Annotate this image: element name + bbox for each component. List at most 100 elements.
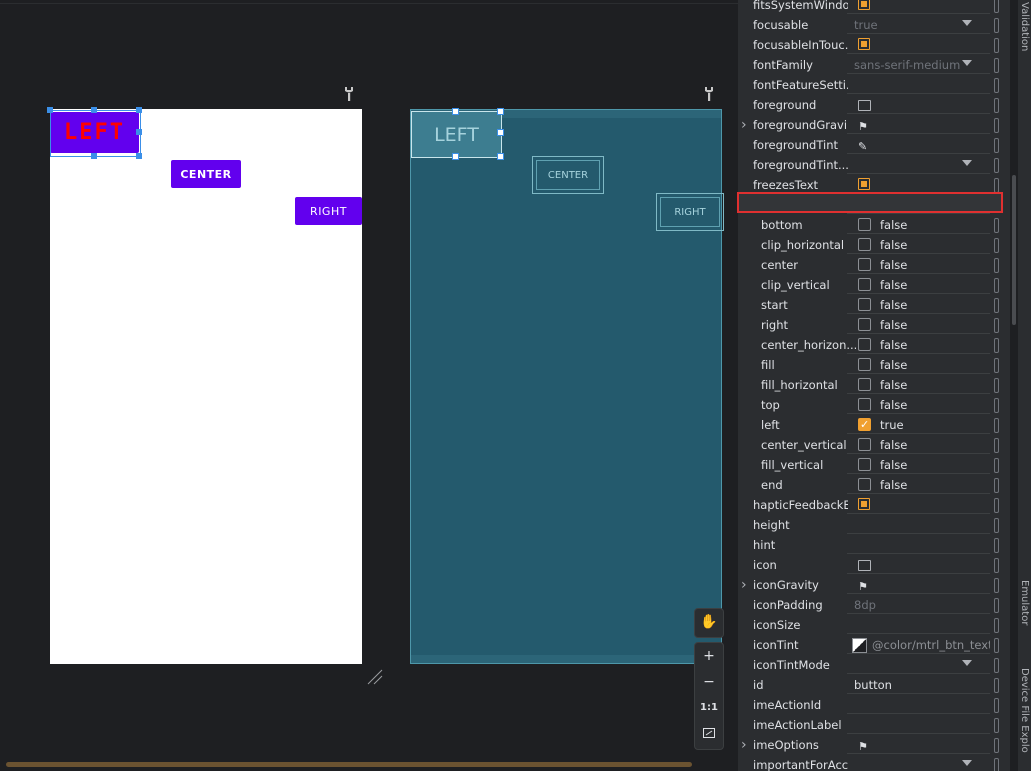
zoom-1-1-button[interactable]: 1:1 [695,695,723,721]
hand-icon[interactable]: ✋ [695,609,723,635]
resource-picker-icon[interactable] [994,118,999,133]
attribute-row[interactable]: height [738,515,1010,535]
resize-handle[interactable] [452,153,459,160]
attribute-row[interactable]: center_horizon... false [738,335,1010,355]
resize-handle[interactable] [497,153,504,160]
checkbox[interactable] [858,278,871,291]
chevron-right-icon[interactable]: › [741,115,747,135]
toggle-icon[interactable] [858,178,870,190]
checkbox[interactable] [858,458,871,471]
chevron-right-icon[interactable]: › [741,735,747,755]
checkbox[interactable] [858,338,871,351]
resource-picker-icon[interactable] [994,178,999,193]
resource-picker-icon[interactable] [994,758,999,771]
resource-picker-icon[interactable] [994,438,999,453]
attribute-row[interactable]: right false [738,315,1010,335]
attribute-value[interactable] [850,535,990,555]
attribute-row[interactable]: start false [738,295,1010,315]
checkbox[interactable] [858,478,871,491]
resource-picker-icon[interactable] [994,498,999,513]
attribute-row[interactable]: iconSize [738,615,1010,635]
attribute-value[interactable] [850,755,990,771]
resource-picker-icon[interactable] [994,58,999,73]
attribute-value[interactable]: sans-serif-medium [850,55,990,75]
resize-handle[interactable] [136,153,142,159]
attribute-value[interactable]: ⚑ [850,735,990,755]
flag-icon[interactable]: ⚑ [858,117,868,137]
resource-picker-icon[interactable] [994,518,999,533]
attribute-value[interactable]: false [850,255,990,275]
attribute-value[interactable] [850,715,990,735]
checkbox[interactable] [858,415,871,435]
attribute-row[interactable]: bottom false [738,215,1010,235]
attribute-row[interactable]: top false [738,395,1010,415]
dropdown-arrow-icon[interactable] [962,760,972,766]
checkbox[interactable] [858,298,871,311]
attribute-row[interactable]: center_vertical false [738,435,1010,455]
checkbox[interactable] [858,318,871,331]
resource-picker-icon[interactable] [994,158,999,173]
resource-picker-icon[interactable] [994,18,999,33]
resource-picker-icon[interactable] [994,738,999,753]
resize-handle[interactable] [497,108,504,115]
attribute-value[interactable]: false [850,275,990,295]
attribute-value[interactable] [850,515,990,535]
resource-picker-icon[interactable] [994,98,999,113]
resource-picker-icon[interactable] [994,338,999,353]
toggle-icon[interactable] [858,498,870,510]
attribute-value[interactable]: @color/mtrl_btn_text_ [850,635,990,655]
resource-picker-icon[interactable] [994,258,999,273]
attribute-value[interactable]: 8dp [850,595,990,615]
attribute-value[interactable]: false [850,315,990,335]
image-icon[interactable] [858,100,871,111]
resource-picker-icon[interactable] [994,278,999,293]
resource-picker-icon[interactable] [994,318,999,333]
attribute-row[interactable]: fontFamily sans-serif-medium [738,55,1010,75]
resize-handle[interactable] [136,107,142,113]
attribute-value[interactable]: button [850,675,990,695]
attribute-row[interactable]: focusable true [738,15,1010,35]
resource-picker-icon[interactable] [994,618,999,633]
dropdown-arrow-icon[interactable] [962,660,972,666]
attribute-row[interactable]: fill_horizontal false [738,375,1010,395]
attribute-row[interactable]: foregroundTint... [738,155,1010,175]
attribute-row[interactable]: importantForAcc... [738,755,1010,771]
resize-handle[interactable] [91,107,97,113]
toggle-icon[interactable] [858,0,870,10]
attribute-value[interactable] [850,655,990,675]
attribute-row[interactable]: fill false [738,355,1010,375]
attribute-value[interactable]: true [850,15,990,35]
pan-tool[interactable]: ✋ [694,608,724,638]
toggle-icon[interactable] [858,38,870,50]
attribute-value[interactable]: false [850,295,990,315]
attribute-row[interactable]: › iconGravity ⚑ [738,575,1010,595]
design-surface[interactable]: LEFT CENTER RIGHT [47,107,362,664]
dropdown-arrow-icon[interactable] [962,60,972,66]
attribute-value[interactable] [850,695,990,715]
blueprint-center-button[interactable]: CENTER [532,156,604,194]
resource-picker-icon[interactable] [994,0,999,13]
attribute-row[interactable]: iconTint @color/mtrl_btn_text_ [738,635,1010,655]
attribute-value[interactable]: ✎ [850,135,990,155]
wrench-icon[interactable] [702,86,716,102]
attribute-row[interactable]: iconTintMode [738,655,1010,675]
color-picker-icon[interactable]: ✎ [858,137,867,157]
dropdown-arrow-icon[interactable] [962,20,972,26]
attribute-row[interactable]: left true [738,415,1010,435]
resource-picker-icon[interactable] [994,398,999,413]
attribute-value[interactable]: true [850,415,990,435]
resize-handle[interactable] [452,108,459,115]
resource-picker-icon[interactable] [994,238,999,253]
attribute-row[interactable]: clip_vertical false [738,275,1010,295]
chevron-right-icon[interactable]: › [741,575,747,595]
resource-picker-icon[interactable] [994,678,999,693]
dropdown-arrow-icon[interactable] [962,160,972,166]
attribute-row[interactable]: fontFeatureSetti... [738,75,1010,95]
blueprint-surface[interactable]: LEFT CENTER RIGHT [410,108,724,664]
attribute-row[interactable]: clip_horizontal false [738,235,1010,255]
resource-picker-icon[interactable] [994,358,999,373]
center-button[interactable]: CENTER [171,160,241,188]
checkbox[interactable] [858,358,871,371]
attribute-row[interactable]: fitsSystemWindo... [738,0,1010,15]
resize-corner-icon[interactable] [366,668,384,686]
